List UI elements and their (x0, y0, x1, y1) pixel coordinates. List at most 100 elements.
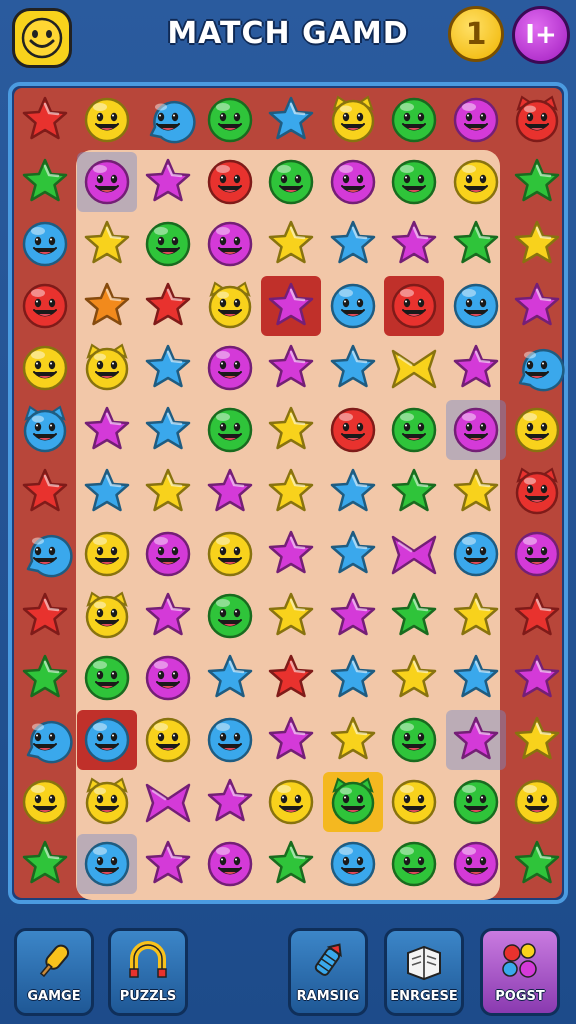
tile-r12-c8[interactable] (507, 834, 567, 894)
tile-r3-c5[interactable] (323, 276, 383, 336)
tile-r11-c1[interactable] (77, 772, 137, 832)
tile-r3-c1[interactable] (77, 276, 137, 336)
tile-r4-c8[interactable] (507, 338, 567, 398)
tile-r2-c5[interactable] (323, 214, 383, 274)
tile-r1-c8[interactable] (507, 152, 567, 212)
tile-r12-c0[interactable] (15, 834, 75, 894)
tile-r9-c3[interactable] (200, 648, 260, 708)
tile-r12-c3[interactable] (200, 834, 260, 894)
tile-r10-c6[interactable] (384, 710, 444, 770)
tile-r5-c4[interactable] (261, 400, 321, 460)
tile-r1-c4[interactable] (261, 152, 321, 212)
tile-r12-c6[interactable] (384, 834, 444, 894)
tile-r8-c6[interactable] (384, 586, 444, 646)
tile-r4-c4[interactable] (261, 338, 321, 398)
tile-r2-c8[interactable] (507, 214, 567, 274)
tile-r3-c7[interactable] (446, 276, 506, 336)
tile-r11-c8[interactable] (507, 772, 567, 832)
tile-r7-c5[interactable] (323, 524, 383, 584)
tile-r6-c7[interactable] (446, 462, 506, 522)
tile-r1-c5[interactable] (323, 152, 383, 212)
coin-counter[interactable]: 1 (448, 6, 504, 62)
tile-r1-c6[interactable] (384, 152, 444, 212)
tile-r0-c8[interactable] (507, 90, 567, 150)
tile-r8-c1[interactable] (77, 586, 137, 646)
puzzles-button[interactable]: PUZZLS (108, 928, 188, 1016)
tile-r8-c2[interactable] (138, 586, 198, 646)
tile-r7-c2[interactable] (138, 524, 198, 584)
tile-r7-c3[interactable] (200, 524, 260, 584)
game-button[interactable]: GAMGE (14, 928, 94, 1016)
tile-r2-c6[interactable] (384, 214, 444, 274)
tile-r10-c1[interactable] (76, 710, 137, 770)
tile-r7-c0[interactable] (15, 524, 75, 584)
avatar[interactable] (12, 8, 72, 68)
tile-r4-c5[interactable] (323, 338, 383, 398)
tile-r10-c5[interactable] (323, 710, 383, 770)
tile-r0-c2[interactable] (138, 90, 198, 150)
tile-r5-c6[interactable] (384, 400, 444, 460)
tile-r3-c3[interactable] (200, 276, 260, 336)
tile-r1-c3[interactable] (200, 152, 260, 212)
tile-r11-c3[interactable] (200, 772, 260, 832)
tile-r6-c0[interactable] (15, 462, 75, 522)
tile-r0-c0[interactable] (15, 90, 75, 150)
tile-r9-c2[interactable] (138, 648, 198, 708)
tile-r3-c4[interactable] (261, 276, 321, 336)
tile-r2-c2[interactable] (138, 214, 198, 274)
tile-r3-c6[interactable] (384, 276, 444, 336)
tile-r9-c0[interactable] (15, 648, 75, 708)
tile-r11-c5[interactable] (322, 772, 383, 832)
tile-r2-c7[interactable] (446, 214, 506, 274)
tile-r4-c0[interactable] (15, 338, 75, 398)
tile-r7-c7[interactable] (446, 524, 506, 584)
tile-r5-c7[interactable] (445, 400, 506, 460)
tile-r3-c2[interactable] (138, 276, 198, 336)
tile-r0-c7[interactable] (446, 90, 506, 150)
tile-r8-c0[interactable] (15, 586, 75, 646)
tile-r3-c0[interactable] (15, 276, 75, 336)
ramsiig-button[interactable]: RAMSIIG (288, 928, 368, 1016)
tile-r4-c2[interactable] (138, 338, 198, 398)
tile-r3-c8[interactable] (507, 276, 567, 336)
tile-r4-c6[interactable] (384, 338, 444, 398)
tile-r11-c2[interactable] (138, 772, 198, 832)
tile-r1-c0[interactable] (15, 152, 75, 212)
tile-r0-c6[interactable] (384, 90, 444, 150)
tile-r10-c8[interactable] (507, 710, 567, 770)
tile-r5-c1[interactable] (77, 400, 137, 460)
tile-r4-c1[interactable] (77, 338, 137, 398)
tile-r10-c2[interactable] (138, 710, 198, 770)
tile-r11-c4[interactable] (261, 772, 321, 832)
tile-r12-c4[interactable] (261, 834, 321, 894)
tile-r0-c5[interactable] (323, 90, 383, 150)
tile-r11-c0[interactable] (15, 772, 75, 832)
tile-r2-c4[interactable] (261, 214, 321, 274)
tile-r7-c4[interactable] (261, 524, 321, 584)
tile-r2-c3[interactable] (200, 214, 260, 274)
tile-r5-c3[interactable] (200, 400, 260, 460)
tile-r1-c7[interactable] (446, 152, 506, 212)
tile-r2-c0[interactable] (15, 214, 75, 274)
tile-r8-c8[interactable] (507, 586, 567, 646)
tile-r6-c4[interactable] (261, 462, 321, 522)
tile-r9-c4[interactable] (261, 648, 321, 708)
tile-r5-c2[interactable] (138, 400, 198, 460)
tile-r6-c6[interactable] (384, 462, 444, 522)
tile-r6-c5[interactable] (323, 462, 383, 522)
pogst-button[interactable]: POGST (480, 928, 560, 1016)
tile-r4-c3[interactable] (200, 338, 260, 398)
tile-r11-c6[interactable] (384, 772, 444, 832)
tile-r6-c2[interactable] (138, 462, 198, 522)
tile-r8-c7[interactable] (446, 586, 506, 646)
tile-r9-c7[interactable] (446, 648, 506, 708)
tile-r10-c0[interactable] (15, 710, 75, 770)
tile-r12-c7[interactable] (446, 834, 506, 894)
tile-r6-c8[interactable] (507, 462, 567, 522)
tile-r7-c8[interactable] (507, 524, 567, 584)
tile-r10-c3[interactable] (200, 710, 260, 770)
tile-r5-c5[interactable] (323, 400, 383, 460)
tile-r9-c6[interactable] (384, 648, 444, 708)
tile-r8-c5[interactable] (323, 586, 383, 646)
tile-r1-c2[interactable] (138, 152, 198, 212)
